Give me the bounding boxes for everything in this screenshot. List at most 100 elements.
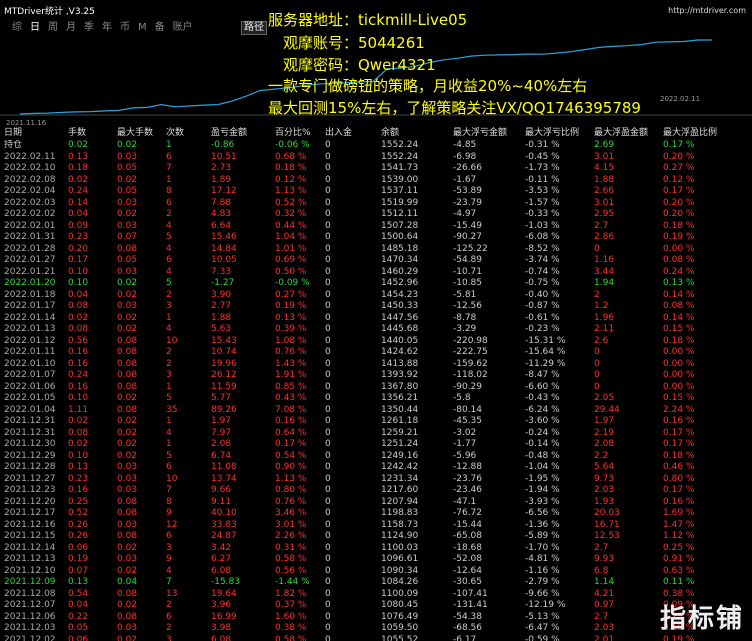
cell-max-lots: 0.02 — [117, 289, 138, 300]
cell-mfe-pct: 0.80 % — [663, 473, 695, 484]
cell-lots: 0.19 — [68, 554, 89, 564]
column-header[interactable]: 最大浮盈金额 — [590, 127, 659, 140]
cell-mfe: 0 — [594, 243, 600, 254]
table-row[interactable]: 2021.12.03 0.05 0.03 2 3.98 0.38 % 0 1059.50 -68… — [0, 623, 729, 635]
table-row[interactable]: 2022.01.04 1.11 0.08 35 89.26 7.08 % 0 1350.44 -… — [0, 405, 729, 417]
table-row[interactable]: 2022.01.05 0.10 0.02 5 5.77 0.43 % 0 1356.21 -5.… — [0, 393, 729, 405]
cell-mdd: -18.68 — [453, 542, 483, 553]
table-row[interactable]: 2022.02.11 0.13 0.03 6 10.51 0.68 % 0 1552.24 -6… — [0, 152, 729, 164]
table-row[interactable]: 2021.12.07 0.04 0.02 2 3.96 0.37 % 0 1080.45 -13… — [0, 600, 729, 612]
column-header[interactable]: 日期 — [0, 127, 64, 140]
table-row[interactable]: 2022.01.18 0.04 0.02 2 3.90 0.27 % 0 1454.23 -5.… — [0, 290, 729, 302]
cell-mdd: -26.66 — [453, 163, 483, 173]
table-row[interactable]: 2021.12.09 0.13 0.04 7 -15.83 -1.44 % 0 1084.26… — [0, 577, 729, 589]
table-row[interactable]: 2022.01.13 0.08 0.02 4 5.63 0.39 % 0 1445.68 -3.… — [0, 324, 729, 336]
table-row[interactable]: 2022.01.14 0.02 0.02 1 1.88 0.13 % 0 1447.56 -8.… — [0, 313, 729, 325]
table-row[interactable]: 2021.12.14 0.06 0.02 3 3.42 0.31 % 0 1100.03 -18… — [0, 543, 729, 555]
column-header[interactable]: 最大手数 — [113, 127, 162, 140]
cell-mfe-pct: 0.18 % — [663, 335, 695, 346]
cell-date: 2022.02.08 — [4, 174, 56, 185]
table-row[interactable]: 2022.02.01 0.09 0.03 4 6.64 0.44 % 0 1507.28 -15… — [0, 221, 729, 233]
column-header[interactable]: 最大浮亏比例 — [521, 127, 590, 140]
table-row[interactable]: 2021.12.10 0.07 0.02 4 6.08 0.56 % 0 1090.34 -12… — [0, 566, 729, 578]
table-row[interactable]: 2022.02.10 0.18 0.05 7 2.73 0.18 % 0 1541.73 -26… — [0, 163, 729, 175]
table-row[interactable]: 2022.01.17 0.08 0.03 3 2.77 0.19 % 0 1450.33 -12… — [0, 301, 729, 313]
overlay-strategy-line: 一款专门做磅钮的策略，月收益20%~40%左右 — [268, 77, 588, 95]
table-row[interactable]: 2021.12.17 0.52 0.08 9 40.10 3.46 % 0 1198.83 -7… — [0, 508, 729, 520]
column-header[interactable]: 最大浮盈比例 — [659, 127, 729, 140]
cell-pl: 6.08 — [211, 634, 232, 641]
cell-bal: 1450.33 — [381, 301, 419, 311]
tab-period-9[interactable]: 账户 — [171, 21, 195, 35]
tab-period-2[interactable]: 周 — [46, 21, 60, 35]
cell-pl: 3.90 — [211, 289, 232, 300]
table-row[interactable]: 2021.12.28 0.13 0.03 6 11.08 0.90 % 0 1242.42 -1… — [0, 462, 729, 474]
cell-pct: 0.18 % — [275, 163, 307, 173]
column-header[interactable]: 次数 — [162, 127, 207, 140]
table-row[interactable]: 2022.01.11 0.16 0.08 2 10.74 0.76 % 0 1424.62 -2… — [0, 347, 729, 359]
table-row[interactable]: 2022.01.21 0.10 0.03 4 7.33 0.50 % 0 1460.29 -10… — [0, 267, 729, 279]
table-row[interactable]: 2021.12.31 0.08 0.02 4 7.97 0.64 % 0 1259.21 -3.… — [0, 428, 729, 440]
cell-count: 1 — [166, 140, 172, 150]
cell-count: 1 — [166, 174, 172, 185]
cell-pct: 0.38 % — [275, 623, 307, 633]
trace-button[interactable]: 路径 — [241, 21, 267, 35]
tab-period-8[interactable]: 备 — [153, 21, 167, 35]
table-row[interactable]: 2022.01.12 0.56 0.08 10 15.43 1.08 % 0 1440.05 -… — [0, 336, 729, 348]
site-url-link[interactable]: http://mtdriver.com — [668, 6, 746, 15]
table-row[interactable]: 2021.12.29 0.10 0.02 5 6.74 0.54 % 0 1249.16 -5.… — [0, 451, 729, 463]
table-row[interactable]: 2022.01.07 0.24 0.08 3 26.12 1.91 % 0 1393.92 -1… — [0, 370, 729, 382]
tab-period-3[interactable]: 月 — [64, 21, 78, 35]
table-row[interactable]: 2021.12.06 0.22 0.08 6 16.99 1.60 % 0 1076.49 -5… — [0, 612, 729, 624]
cell-bal: 1055.52 — [381, 634, 419, 641]
cell-max-lots: 0.02 — [117, 600, 138, 610]
tab-period-6[interactable]: 币 — [118, 21, 132, 35]
column-header[interactable]: 余额 — [377, 127, 449, 140]
tab-period-7[interactable]: M — [136, 21, 149, 35]
table-row[interactable]: 2022.01.28 0.20 0.08 4 14.84 1.01 % 0 1485.18 -1… — [0, 244, 729, 256]
cell-mfe-pct: 0.17 % — [663, 439, 695, 449]
table-row[interactable]: 2021.12.13 0.19 0.03 9 6.27 0.58 % 0 1096.61 -52… — [0, 554, 729, 566]
cell-mfe: 12.53 — [594, 531, 620, 541]
table-row[interactable]: 2021.12.02 0.06 0.02 3 6.08 0.58 % 0 1055.52 -6.… — [0, 635, 729, 641]
table-row[interactable]: 2021.12.15 0.26 0.08 6 24.87 2.26 % 0 1124.90 -6… — [0, 531, 729, 543]
cell-mdd: -15.49 — [453, 220, 483, 231]
cell-mdd: -47.1 — [453, 496, 477, 507]
table-row[interactable]: 2022.02.04 0.24 0.05 8 17.12 1.13 % 0 1537.11 -5… — [0, 186, 729, 198]
tab-period-5[interactable]: 年 — [100, 21, 114, 35]
table-row[interactable]: 2021.12.23 0.16 0.03 7 9.66 0.80 % 0 1217.60 -23… — [0, 485, 729, 497]
column-header[interactable]: 百分比% — [271, 127, 321, 140]
table-row[interactable]: 2021.12.08 0.54 0.08 13 19.64 1.82 % 0 1100.09 -… — [0, 589, 729, 601]
table-row[interactable]: 2022.02.08 0.02 0.02 1 1.89 0.12 % 0 1539.00 -1.… — [0, 175, 729, 187]
cell-count: 6 — [166, 462, 172, 472]
column-header[interactable]: 手数 — [64, 127, 113, 140]
cell-max-lots: 0.02 — [117, 324, 138, 334]
table-row[interactable]: 2022.01.27 0.17 0.05 6 10.05 0.69 % 0 1470.34 -5… — [0, 255, 729, 267]
tab-period-1[interactable]: 日 — [28, 21, 42, 35]
tab-period-4[interactable]: 季 — [82, 21, 96, 35]
cell-bal: 1552.24 — [381, 151, 419, 162]
table-row[interactable]: 2022.01.31 0.23 0.07 5 15.46 1.04 % 0 1500.64 -9… — [0, 232, 729, 244]
column-header[interactable]: 出入金 — [321, 127, 377, 140]
cell-mfe: 2 — [594, 289, 600, 300]
table-row[interactable]: 2022.01.20 0.10 0.02 5 -1.27 -0.09 % 0 1452.96 -… — [0, 278, 729, 290]
tab-period-0[interactable]: 综 — [10, 21, 24, 35]
table-row[interactable]: 2021.12.31 0.02 0.02 1 1.97 0.16 % 0 1261.18 -45… — [0, 416, 729, 428]
table-row[interactable]: 2021.12.20 0.25 0.08 8 9.11 0.76 % 0 1207.94 -47… — [0, 497, 729, 509]
column-header[interactable]: 最大浮亏金额 — [449, 127, 521, 140]
table-row[interactable]: 2022.01.10 0.16 0.08 2 19.96 1.43 % 0 1413.88 -1… — [0, 359, 729, 371]
table-row[interactable]: 2022.01.06 0.16 0.08 1 11.59 0.85 % 0 1367.80 -9… — [0, 382, 729, 394]
table-row[interactable]: 2021.12.16 0.26 0.03 12 33.83 3.01 % 0 1158.73 -… — [0, 520, 729, 532]
cell-mdd: -222.75 — [453, 347, 488, 357]
cell-mdd: -8.78 — [453, 312, 477, 323]
table-row[interactable]: 持仓 0.02 0.02 1 -0.86 -0.06 % 0 1552.24 -4.85 -0.3… — [0, 140, 729, 152]
app-title: MTDriver统计 ,V3.25 — [4, 7, 95, 17]
table-row[interactable]: 2021.12.30 0.02 0.02 1 2.08 0.17 % 0 1251.24 -1.… — [0, 439, 729, 451]
table-row[interactable]: 2022.02.03 0.14 0.03 6 7.88 0.52 % 0 1519.99 -23… — [0, 198, 729, 210]
table-row[interactable]: 2022.02.02 0.04 0.02 2 4.83 0.32 % 0 1512.11 -4.… — [0, 209, 729, 221]
cell-date: 2022.02.02 — [4, 209, 56, 219]
column-header[interactable]: 盈亏金额 — [207, 127, 271, 140]
cell-bal: 1541.73 — [381, 163, 419, 173]
cell-mdd-pct: -0.33 % — [525, 209, 560, 219]
table-row[interactable]: 2021.12.27 0.23 0.03 10 13.74 1.13 % 0 1231.34 -… — [0, 474, 729, 486]
